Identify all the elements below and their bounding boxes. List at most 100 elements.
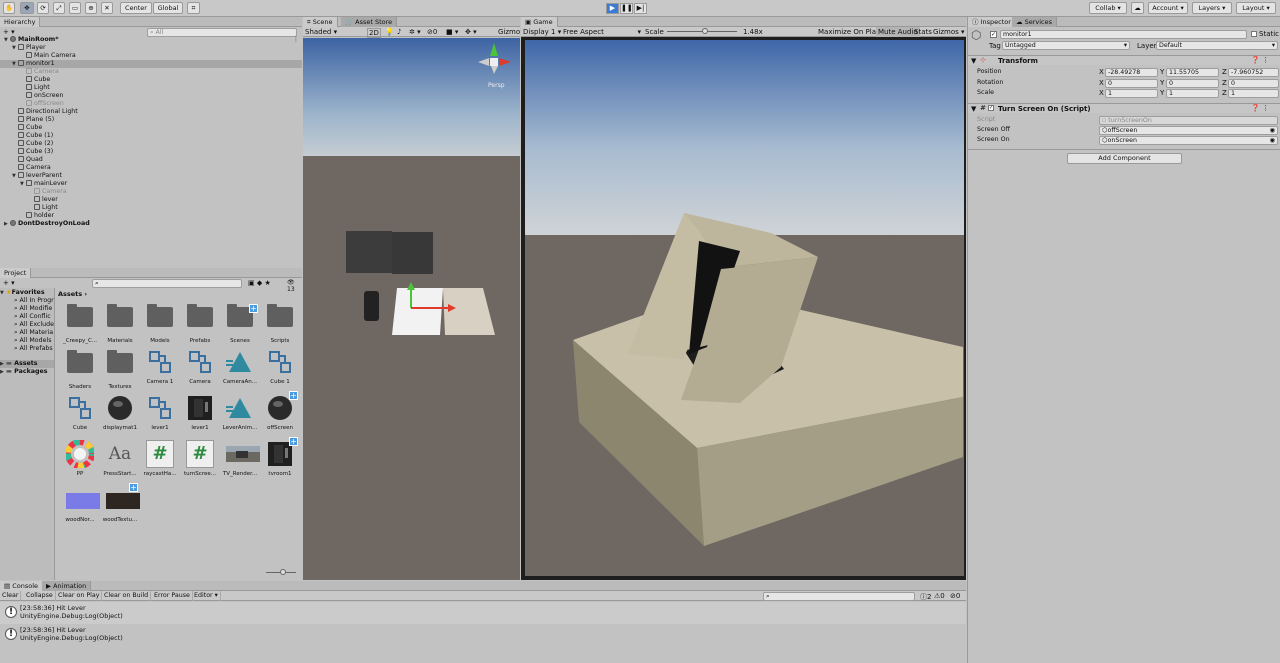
cloud-icon[interactable]: ☁ <box>1131 2 1144 14</box>
scene-gizmos-dropdown[interactable]: Gizmos <box>498 28 520 36</box>
error-count[interactable]: ⊘0 <box>950 592 960 600</box>
gizmo-center-cube[interactable] <box>490 58 498 66</box>
scene-fx-icon[interactable]: ✲ ▾ <box>409 28 421 36</box>
tab-console[interactable]: ▤ Console <box>0 581 44 591</box>
move-tool-icon[interactable]: ✥ <box>20 2 34 14</box>
expand-arrow-icon[interactable]: ▼ <box>4 36 10 44</box>
hierarchy-item[interactable]: ▼ mainLever <box>0 180 302 188</box>
position-y-field[interactable]: 11.55705 <box>1166 68 1219 77</box>
asset-item[interactable]: + Scenes <box>222 302 258 348</box>
favorite-item[interactable]: ⌕ All Conflic <box>0 313 55 321</box>
asset-item[interactable]: # raycastHa... <box>142 440 178 486</box>
hierarchy-item[interactable]: Camera <box>0 68 302 76</box>
hierarchy-item[interactable]: Plane (5) <box>0 116 302 124</box>
tab-hierarchy[interactable]: Hierarchy <box>0 17 41 27</box>
slider-thumb[interactable] <box>280 569 286 575</box>
collapse-arrow-icon[interactable]: ▼ <box>971 57 976 65</box>
toggle-2d-button[interactable]: 2D <box>367 28 381 38</box>
tab-services[interactable]: ☁ Services <box>1012 17 1057 27</box>
asset-item[interactable]: lever1 <box>182 394 218 440</box>
project-create-icon[interactable]: + ▾ <box>3 279 15 287</box>
asset-item[interactable]: Camera 1 <box>142 348 178 394</box>
asset-item[interactable]: + tvroom1 <box>262 437 298 486</box>
scene-light-icon[interactable]: 💡 <box>385 28 394 36</box>
aspect-dropdown[interactable]: Free Aspect ▾ <box>563 28 641 36</box>
hierarchy-item[interactable]: Cube <box>0 124 302 132</box>
asset-item[interactable]: Prefabs <box>182 302 218 348</box>
hierarchy-item[interactable]: Light <box>0 84 302 92</box>
scene-audio-icon[interactable]: ♪ <box>397 28 401 36</box>
hidden-objects-toggle[interactable]: ⊘0 <box>427 28 437 36</box>
hierarchy-item[interactable]: Cube (1) <box>0 132 302 140</box>
game-gizmos-dropdown[interactable]: Gizmos ▾ <box>933 28 965 36</box>
scale-z-field[interactable]: 1 <box>1228 89 1279 98</box>
console-toolbar-button[interactable]: Clear on Build <box>104 591 152 601</box>
scene-plane-lit[interactable] <box>392 288 443 335</box>
packages-node[interactable]: ▶ ▬ Packages <box>0 368 54 376</box>
asset-item[interactable]: Aa PressStart... <box>102 440 138 486</box>
create-plus-icon[interactable]: + ▾ <box>3 28 15 36</box>
object-picker-icon[interactable]: ◉ <box>1270 127 1276 134</box>
shading-dropdown[interactable]: Shaded ▾ <box>305 28 337 36</box>
console-search-input[interactable]: ⌕ <box>763 592 915 601</box>
favorite-item[interactable]: ⌕ All Modifie <box>0 305 55 313</box>
account-dropdown[interactable]: Account ▾ <box>1148 2 1188 14</box>
asset-item[interactable]: Models <box>142 302 178 348</box>
project-search-input[interactable]: ⌕ <box>92 279 242 288</box>
asset-item[interactable]: TV_Render... <box>222 440 260 486</box>
favorite-item[interactable]: ⌕ All Exclude <box>0 321 55 329</box>
collapse-arrow-icon[interactable]: ▶ <box>4 220 10 228</box>
play-button[interactable]: ▶ <box>606 3 619 14</box>
log-count[interactable]: ⓘ2 <box>920 592 931 602</box>
asset-item[interactable]: Shaders <box>62 348 98 394</box>
assets-node[interactable]: ▶ ▬ Assets <box>0 360 54 368</box>
component-help-icon[interactable]: ❓ <box>1251 56 1260 64</box>
script-enabled-checkbox[interactable]: ✓ <box>988 105 994 111</box>
hierarchy-item[interactable]: Cube <box>0 76 302 84</box>
asset-item[interactable]: _Creepy_C... <box>62 302 98 348</box>
project-breadcrumb[interactable]: Assets › <box>58 290 87 298</box>
hierarchy-item[interactable]: Cube (3) <box>0 148 302 156</box>
hierarchy-item[interactable]: Main Camera <box>0 52 302 60</box>
console-log-entry[interactable]: ! [23:58:36] Hit Lever UnityEngine.Debug:L… <box>0 624 966 646</box>
asset-item[interactable]: Camera <box>182 348 218 394</box>
scale-y-field[interactable]: 1 <box>1166 89 1219 98</box>
scene-camera-gizmo[interactable] <box>364 291 379 321</box>
scene-camera-icon[interactable]: ■ ▾ <box>446 28 458 36</box>
object-picker-icon[interactable]: ◉ <box>1270 137 1276 144</box>
transform-header[interactable]: ▼ ⊹ Transform ❓ ⋮ <box>968 55 1280 65</box>
asset-item[interactable]: Cube 1 <box>262 348 298 394</box>
stats-toggle[interactable]: Stats <box>914 28 932 36</box>
warn-count[interactable]: ⚠0 <box>934 592 945 600</box>
tab-project[interactable]: Project <box>0 268 32 278</box>
object-name-field[interactable]: monitor1 <box>1000 30 1247 39</box>
asset-item[interactable]: + woodTextu... <box>102 483 140 532</box>
hierarchy-item[interactable]: Cube (2) <box>0 140 302 148</box>
console-toolbar-button[interactable]: Editor ▾ <box>194 591 221 601</box>
console-toolbar-button[interactable]: Error Pause <box>154 591 193 601</box>
maximize-on-play-toggle[interactable]: Maximize On Play <box>818 28 880 36</box>
console-toolbar-button[interactable]: Clear on Play <box>58 591 103 601</box>
asset-item[interactable]: # turnScree... <box>182 440 218 486</box>
script-component-header[interactable]: ▼ # ✓ Turn Screen On (Script) ❓ ⋮ <box>968 103 1280 113</box>
pause-button[interactable]: ❚❚ <box>620 3 633 14</box>
console-toolbar-button[interactable]: Clear <box>2 591 22 601</box>
asset-item[interactable]: Cube <box>62 394 98 440</box>
transform-tool-icon[interactable]: ⊕ <box>85 2 97 14</box>
console-log-entry[interactable]: ! [23:58:36] Hit Lever UnityEngine.Debug:L… <box>0 602 966 624</box>
hierarchy-item[interactable]: Camera <box>0 164 302 172</box>
hierarchy-item[interactable]: Directional Light <box>0 108 302 116</box>
position-z-field[interactable]: -7.960752 <box>1228 68 1279 77</box>
hierarchy-item[interactable]: Camera <box>0 188 302 196</box>
scene-tools-icon[interactable]: ✥ ▾ <box>465 28 477 36</box>
layout-dropdown[interactable]: Layout ▾ <box>1236 2 1276 14</box>
grid-snap-icon[interactable]: ⌗ <box>187 2 200 14</box>
pivot-center-button[interactable]: Center <box>120 2 152 14</box>
hierarchy-item[interactable]: ▼ MainRoom* ⋮ <box>0 36 302 44</box>
hierarchy-item[interactable]: Quad <box>0 156 302 164</box>
hierarchy-item[interactable]: holder <box>0 212 302 220</box>
rotation-z-field[interactable]: 0 <box>1228 79 1279 88</box>
layers-dropdown[interactable]: Layers ▾ <box>1192 2 1232 14</box>
favorite-item[interactable]: ⌕ All In Progr <box>0 297 55 305</box>
hierarchy-item[interactable]: lever <box>0 196 302 204</box>
